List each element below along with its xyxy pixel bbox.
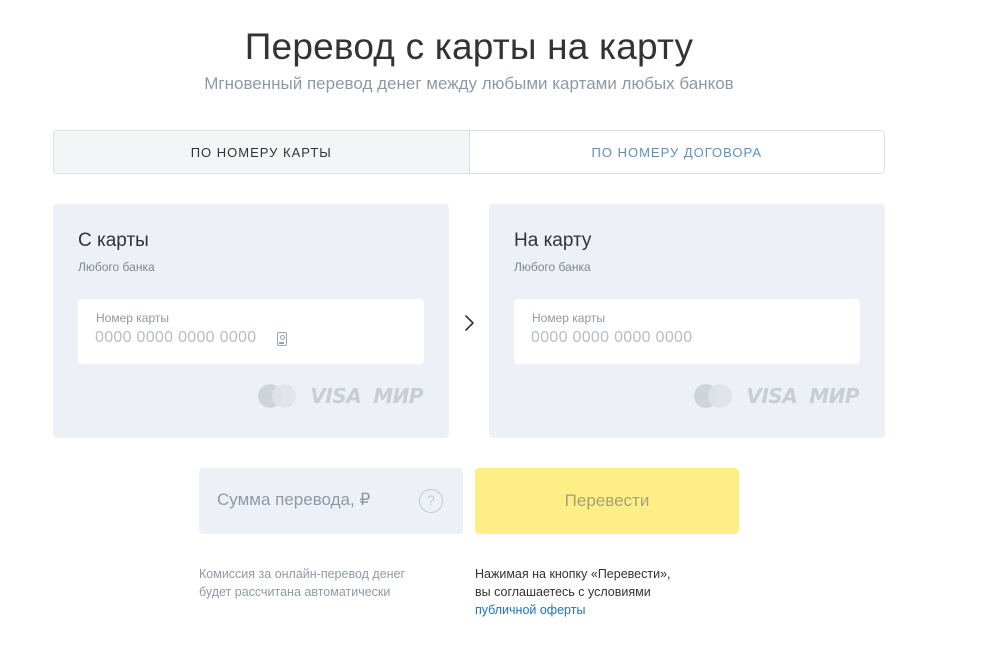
to-card-number-input[interactable] [531,329,731,347]
mir-logo: МИР [373,384,423,408]
tab-by-contract-number[interactable]: ПО НОМЕРУ ДОГОВОРА [469,131,884,173]
visa-logo: VISA [310,384,362,408]
from-card-brands: VISA МИР [258,384,423,408]
mastercard-icon [258,384,298,408]
to-card-number-label: Номер карты [532,311,605,325]
mir-logo: МИР [809,384,859,408]
page-subtitle: Мгновенный перевод денег между любыми ка… [204,74,734,93]
to-card-title: На карту [514,230,592,251]
amount-field[interactable]: ? [199,468,463,534]
chevron-right-icon [465,315,474,331]
to-card-number-field[interactable]: Номер карты [514,299,860,364]
from-card-panel: С карты Любого банка Номер карты VISA МИ… [53,204,449,438]
transfer-type-tabs: ПО НОМЕРУ КАРТЫ ПО НОМЕРУ ДОГОВОРА [53,130,885,174]
card-scan-icon[interactable] [277,332,287,346]
from-card-title: С карты [78,230,149,251]
from-card-number-field[interactable]: Номер карты [78,299,424,364]
to-card-brands: VISA МИР [694,384,859,408]
commission-line: Комиссия за онлайн-перевод денег [199,567,406,581]
visa-logo: VISA [746,384,798,408]
public-offer-link[interactable]: публичной оферты [475,601,735,619]
from-card-subtitle: Любого банка [78,260,155,274]
commission-note: Комиссия за онлайн-перевод денег будет р… [199,565,439,601]
commission-line: будет рассчитана автоматически [199,585,391,599]
agreement-line: вы соглашаетесь с условиями [475,585,651,599]
to-card-panel: На карту Любого банка Номер карты VISA М… [489,204,885,438]
agreement-line: Нажимая на кнопку «Перевести», [475,567,671,581]
to-card-subtitle: Любого банка [514,260,591,274]
tab-by-card-number[interactable]: ПО НОМЕРУ КАРТЫ [54,131,470,173]
mastercard-icon [694,384,734,408]
from-card-number-input[interactable] [95,329,295,347]
offer-agreement-note: Нажимая на кнопку «Перевести», вы соглаш… [475,565,735,619]
page-title: Перевод с карты на карту [244,26,694,67]
amount-input[interactable] [217,490,407,510]
help-icon[interactable]: ? [419,489,443,513]
transfer-button[interactable]: Перевести [475,468,739,534]
from-card-number-label: Номер карты [96,311,169,325]
